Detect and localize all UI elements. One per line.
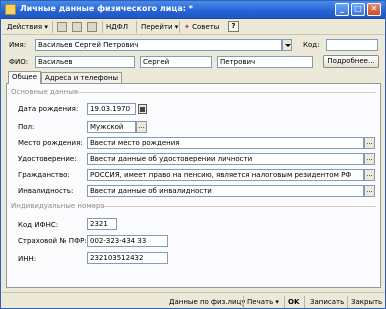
name-field[interactable]: Васильев Сергей Петрович <box>35 39 282 51</box>
actions-menu[interactable]: Действия ▾ <box>7 21 48 33</box>
birthplace-field[interactable]: Ввести место рождения <box>87 137 364 149</box>
close-window-button[interactable]: ✕ <box>367 3 381 16</box>
name-dropdown-icon[interactable] <box>282 39 292 51</box>
individual-data-button[interactable]: Данные по физ.лицу <box>169 296 245 308</box>
bottom-bar: Данные по физ.лицу Печать ▾ OK Записать … <box>2 292 385 308</box>
app-icon <box>5 4 16 15</box>
minimize-button[interactable]: _ <box>335 3 349 16</box>
fio-label: ФИО: <box>9 58 29 66</box>
ifns-field[interactable]: 2321 <box>87 218 117 230</box>
code-field[interactable] <box>326 39 378 51</box>
disability-select-button[interactable]: ... <box>364 185 375 197</box>
more-button[interactable]: Подробнее... <box>323 55 379 68</box>
citizenship-field[interactable]: РОССИЯ, имеет право на пенсию, является … <box>87 169 364 181</box>
birth-date-label: Дата рождения: <box>18 105 79 113</box>
ok-button[interactable]: OK <box>288 296 299 308</box>
citizenship-label: Гражданство: <box>18 171 70 179</box>
close-button[interactable]: Закрыть <box>351 296 382 308</box>
ndfl-button[interactable]: НДФЛ <box>106 21 128 33</box>
toolbar: Действия ▾ НДФЛ Перейти ▾ ✦ Советы ? <box>2 19 385 35</box>
window-title: Личные данные физического лица: * <box>20 4 193 13</box>
birthplace-label: Место рождения: <box>18 139 83 147</box>
calendar-icon[interactable] <box>138 104 147 114</box>
bottom-separator <box>284 296 285 308</box>
birthplace-select-button[interactable]: ... <box>364 137 375 149</box>
id-field[interactable]: Ввести данные об удостоверении личности <box>87 153 364 165</box>
save-button[interactable]: Записать <box>310 296 344 308</box>
tips-icon: ✦ <box>184 23 190 31</box>
edit-icon[interactable] <box>72 22 82 32</box>
name-label: Имя: <box>9 41 27 49</box>
code-label: Код: <box>303 41 320 49</box>
maximize-button[interactable]: □ <box>351 3 365 16</box>
ifns-label: Код ИФНС: <box>18 221 59 229</box>
toolbar-separator <box>179 21 180 33</box>
disability-field[interactable]: Ввести данные об инвалидности <box>87 185 364 197</box>
section-divider <box>73 92 376 93</box>
sex-label: Пол: <box>18 123 35 131</box>
bottom-separator <box>347 296 348 308</box>
sex-select-button[interactable]: ... <box>136 121 147 133</box>
citizenship-select-button[interactable]: ... <box>364 169 375 181</box>
first-name-field[interactable]: Сергей <box>140 56 212 68</box>
person-window: Личные данные физического лица: * _ □ ✕ … <box>0 0 386 309</box>
inn-field[interactable]: 232103512432 <box>87 252 168 264</box>
copy-icon[interactable] <box>57 22 67 32</box>
inn-label: ИНН: <box>18 255 37 263</box>
goto-menu[interactable]: Перейти ▾ <box>141 21 178 33</box>
basic-section-title: Основные данные <box>11 88 79 96</box>
toolbar-separator <box>102 21 103 33</box>
tips-button[interactable]: ✦ Советы <box>184 21 219 33</box>
id-label: Удостоверение: <box>18 155 77 163</box>
refresh-icon[interactable] <box>87 22 97 32</box>
bottom-separator <box>243 296 244 308</box>
middle-name-field[interactable]: Петрович <box>217 56 313 68</box>
sex-field[interactable]: Мужской <box>87 121 136 133</box>
disability-label: Инвалидность: <box>18 187 74 195</box>
id-select-button[interactable]: ... <box>364 153 375 165</box>
pfr-label: Страховой № ПФР: <box>18 237 87 245</box>
bottom-separator <box>304 296 305 308</box>
section-divider <box>91 206 376 207</box>
title-bar[interactable]: Личные данные физического лица: * _ □ ✕ <box>1 1 385 19</box>
birth-date-field[interactable]: 19.03.1970 <box>87 103 136 115</box>
last-name-field[interactable]: Васильев <box>35 56 135 68</box>
pfr-field[interactable]: 002-323-434 33 <box>87 235 168 247</box>
toolbar-separator <box>136 21 137 33</box>
toolbar-separator <box>52 21 53 33</box>
tab-general[interactable]: Общее <box>8 71 42 84</box>
help-button[interactable]: ? <box>228 21 239 32</box>
print-menu[interactable]: Печать ▾ <box>247 296 279 308</box>
